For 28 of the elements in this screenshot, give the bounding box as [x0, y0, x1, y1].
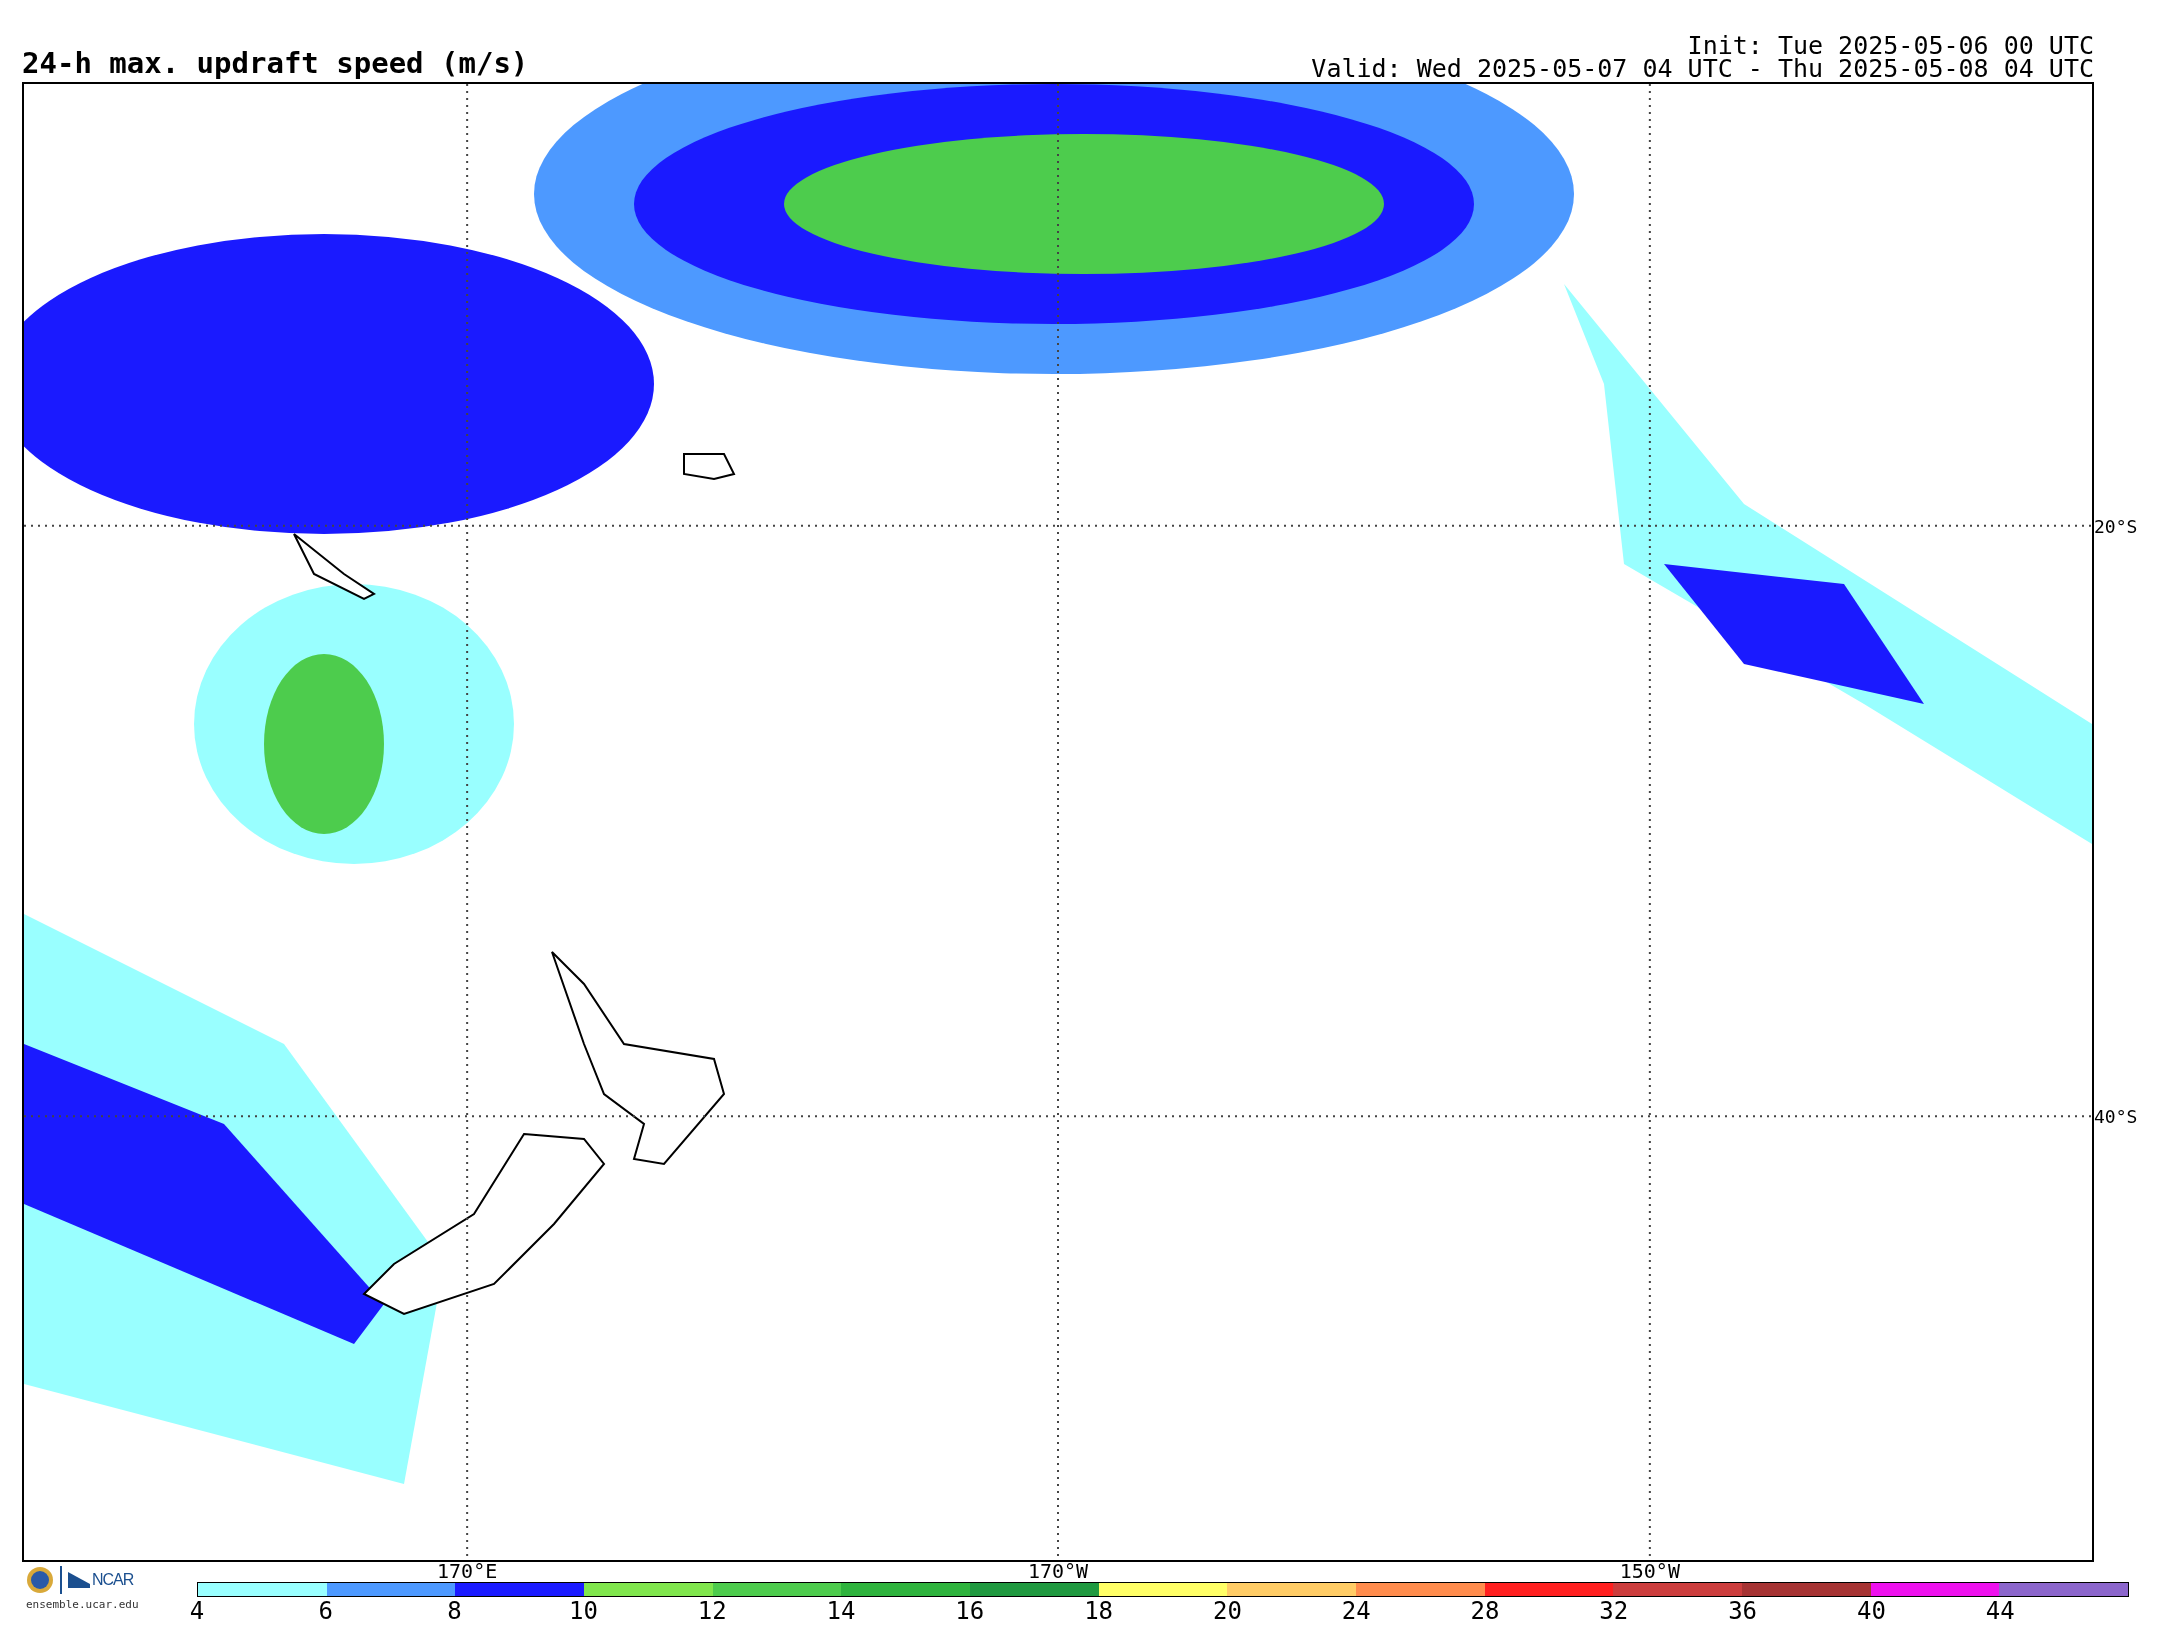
emblem-icon — [26, 1566, 54, 1594]
tick-label: 20 — [1212, 1598, 1242, 1624]
tick-label: 32 — [1599, 1598, 1629, 1624]
chart-title: 24-h max. updraft speed (m/s) — [22, 49, 529, 82]
site-url: ensemble.ucar.edu — [26, 1598, 139, 1611]
divider-icon — [60, 1566, 62, 1594]
tick-label: 14 — [826, 1598, 856, 1624]
valid-time: Valid: Wed 2025-05-07 04 UTC - Thu 2025-05-08 04 UTC — [1311, 57, 2094, 80]
latitude-label: 40°S — [2094, 1105, 2138, 1127]
tick-label: 28 — [1470, 1598, 1500, 1624]
tick-label: 16 — [955, 1598, 985, 1624]
longitude-label: 170°E — [437, 1560, 498, 1582]
wave-icon — [68, 1572, 90, 1588]
tick-label: 36 — [1728, 1598, 1758, 1624]
tick-label: 4 — [189, 1598, 205, 1624]
longitude-label: 150°W — [1619, 1560, 1680, 1582]
latitude-label: 20°S — [2094, 515, 2138, 537]
tick-label: 8 — [447, 1598, 462, 1624]
init-time: Init: Tue 2025-05-06 00 UTC — [1687, 34, 2094, 57]
tick-label: 44 — [1985, 1598, 2015, 1624]
tick-label: 6 — [318, 1598, 333, 1624]
tick-label: 18 — [1084, 1598, 1114, 1624]
tick-label: 12 — [697, 1598, 727, 1624]
longitude-label: 170°W — [1027, 1560, 1089, 1582]
tick-label: 24 — [1341, 1598, 1371, 1624]
tick-label: 40 — [1856, 1598, 1886, 1624]
logo-text: NCAR — [92, 1571, 134, 1589]
tick-label: 10 — [568, 1598, 598, 1624]
